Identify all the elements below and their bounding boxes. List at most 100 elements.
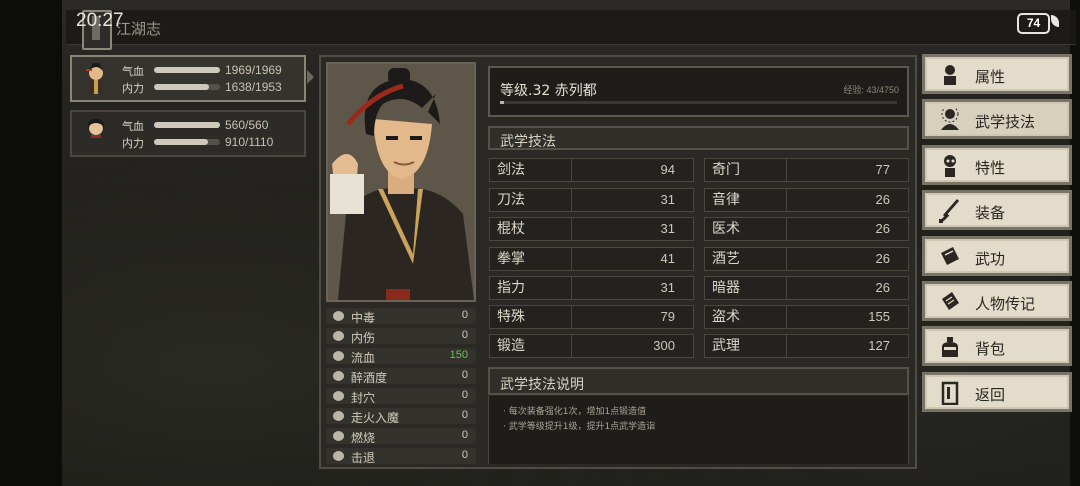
skill-cell: 盗术 155: [704, 305, 909, 329]
skill-cell: 音律 26: [704, 188, 909, 212]
party-avatar-1: [86, 63, 104, 94]
skill-value: 31: [660, 192, 675, 207]
description-title: 武学技法说明: [500, 377, 584, 393]
status-row-burning: 燃烧 0: [326, 428, 476, 445]
status-label: 封穴: [351, 391, 376, 405]
skill-cell: 刀法 31: [489, 188, 694, 212]
status-row-internal-injury: 内伤 0: [326, 328, 476, 345]
mp-bar: [154, 84, 220, 90]
skill-value: 26: [875, 192, 890, 207]
bag-icon: [942, 337, 958, 357]
skill-value: 77: [875, 162, 890, 177]
menu-back-button[interactable]: 返回: [922, 372, 1072, 412]
skill-value: 26: [875, 280, 890, 295]
menu-traits-button[interactable]: 特性: [922, 145, 1072, 185]
party-member-1[interactable]: 气血 1969/1969 内力 1638/1953: [70, 55, 306, 102]
journal-title[interactable]: 江湖志: [116, 18, 161, 39]
skill-cell: 奇门 77: [704, 158, 909, 182]
skill-value: 94: [660, 162, 675, 177]
description-line: · 每次装备强化1次，增加1点锻造值: [503, 407, 647, 417]
hp-bar-fill: [154, 67, 220, 73]
scroll-icon: [942, 292, 959, 310]
menu-label: 属性: [975, 68, 1006, 86]
status-value: 0: [461, 409, 468, 421]
hp-label: 气血: [122, 120, 144, 133]
mp-bar-fill: [154, 139, 209, 145]
skill-name: 指力: [490, 277, 572, 299]
character-portrait: [326, 62, 476, 302]
skill-cell: 特殊 79: [489, 305, 694, 329]
mp-value: 910/1110: [225, 135, 274, 149]
mp-bar-fill: [154, 84, 210, 90]
status-label: 燃烧: [351, 431, 376, 445]
skill-name: 盗术: [705, 306, 787, 328]
menu-label: 背包: [975, 340, 1006, 358]
status-label: 内伤: [351, 331, 376, 345]
menu-label: 武学技法: [975, 113, 1036, 131]
door-icon: [941, 381, 959, 405]
character-icon: [944, 65, 956, 85]
needle-icon: [333, 391, 344, 401]
party-avatar-2: [87, 118, 105, 149]
skills-header: 武学技法: [488, 126, 909, 150]
menu-bag-button[interactable]: 背包: [922, 326, 1072, 366]
skill-name: 酒艺: [705, 248, 787, 270]
mp-bar: [154, 139, 220, 145]
skill-name: 奇门: [705, 159, 787, 181]
blood-drop-icon: [333, 351, 344, 361]
skill-value: 41: [660, 251, 675, 266]
top-bar: [66, 10, 1076, 45]
flame-icon: [333, 431, 344, 441]
portrait-illustration: [328, 64, 474, 300]
status-value: 0: [461, 449, 468, 461]
skill-value: 300: [653, 338, 675, 353]
status-value: 0: [461, 429, 468, 441]
status-row-qi-deviation: 走火入魔 0: [326, 408, 476, 425]
menu-equipment-button[interactable]: 装备: [922, 190, 1072, 230]
skill-name: 医术: [705, 218, 787, 240]
party-member-2[interactable]: 气血 560/560 内力 910/1110: [70, 110, 306, 157]
description-line: · 武学等级提升1级，提升1点武学造诣: [503, 422, 656, 432]
skill-value: 31: [660, 221, 675, 236]
skill-value: 26: [875, 251, 890, 266]
skill-cell: 指力 31: [489, 276, 694, 300]
skill-value: 155: [868, 309, 890, 324]
skill-value: 127: [868, 338, 890, 353]
status-value: 0: [461, 389, 468, 401]
menu-kungfu-button[interactable]: 武功: [922, 236, 1072, 276]
level-name: 等级.32 赤列都: [500, 83, 597, 99]
hp-value: 1969/1969: [225, 63, 282, 77]
status-row-poison: 中毒 0: [326, 308, 476, 325]
skills-title: 武学技法: [500, 134, 556, 150]
left-edge: [0, 0, 62, 486]
status-row-sealed-points: 封穴 0: [326, 388, 476, 405]
sword-icon: [939, 199, 959, 223]
skill-cell: 剑法 94: [489, 158, 694, 182]
menu-biography-button[interactable]: 人物传记: [922, 281, 1072, 321]
mp-label: 内力: [122, 82, 144, 95]
status-row-bleeding: 流血 150: [326, 348, 476, 365]
menu-martial-skills-button[interactable]: 武学技法: [922, 99, 1072, 139]
menu-label: 返回: [975, 386, 1006, 404]
skill-cell: 拳掌 41: [489, 247, 694, 271]
skill-name: 剑法: [490, 159, 572, 181]
skill-name: 拳掌: [490, 248, 572, 270]
skill-name: 音律: [705, 189, 787, 211]
description-header: 武学技法说明: [488, 367, 909, 395]
menu-attributes-button[interactable]: 属性: [922, 54, 1072, 94]
skill-cell: 棍杖 31: [489, 217, 694, 241]
level-box: 等级.32 赤列都 经验: 43/4750: [488, 66, 909, 117]
hp-label: 气血: [122, 65, 144, 78]
hp-bar: [154, 67, 220, 73]
status-value: 0: [461, 369, 468, 381]
skill-name: 暗器: [705, 277, 787, 299]
mp-label: 内力: [122, 137, 144, 150]
status-label: 走火入魔: [351, 411, 400, 425]
menu-label: 武功: [975, 250, 1006, 268]
exp-text: 经验: 43/4750: [843, 85, 899, 95]
hp-value: 560/560: [225, 118, 269, 132]
mp-value: 1638/1953: [225, 80, 282, 94]
skill-value: 79: [660, 309, 675, 324]
status-label: 中毒: [351, 311, 376, 325]
skill-value: 31: [660, 280, 675, 295]
